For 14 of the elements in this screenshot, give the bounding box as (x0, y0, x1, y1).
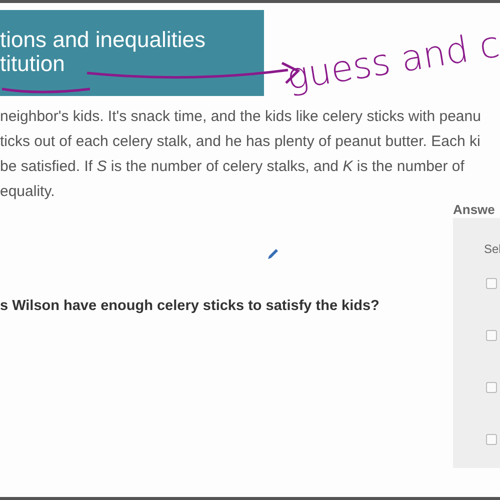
problem-text: equality. (0, 182, 55, 202)
problem-text: neighbor's kids. It's snack time, and the kids like celery sticks with peanu (0, 107, 481, 127)
question-text: s Wilson have enough celery sticks to satisfy the kids? (0, 298, 380, 314)
panel-title: Answe (453, 202, 495, 218)
checkbox[interactable] (486, 278, 497, 289)
problem-text: ticks out of each celery stalk, and he has plenty of peanut butter. Each ki (0, 132, 480, 152)
checkbox[interactable] (486, 382, 497, 393)
handwritten-note: guess and c (283, 24, 500, 100)
checkbox[interactable] (486, 330, 497, 341)
checkbox[interactable] (486, 434, 497, 445)
banner-title: titution (0, 52, 65, 76)
pencil-icon (266, 247, 280, 261)
banner-title: tions and inequalities (0, 28, 206, 52)
problem-text: be satisfied. If S is the number of celery stalks, and K is the number of (0, 157, 464, 177)
